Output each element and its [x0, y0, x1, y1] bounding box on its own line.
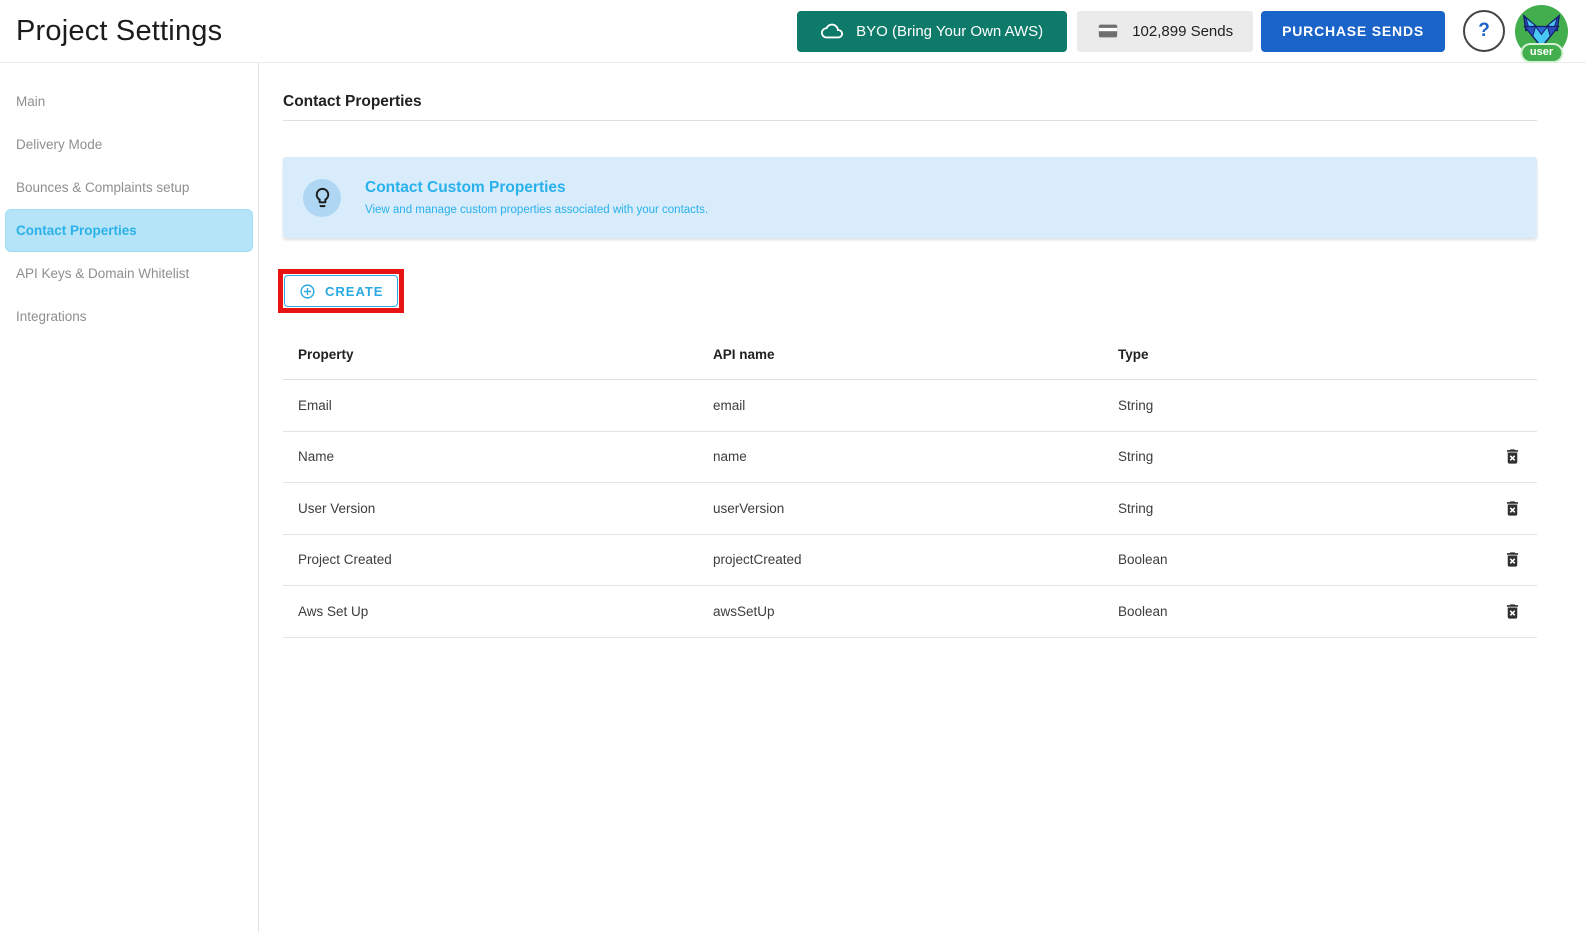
lightbulb-icon — [311, 186, 334, 209]
avatar[interactable]: user — [1514, 4, 1569, 63]
cell-property: Email — [298, 397, 332, 413]
column-header-api-name: API name — [713, 347, 775, 362]
sidebar-item[interactable]: API Keys & Domain Whitelist — [5, 252, 253, 295]
sidebar-item-label: API Keys & Domain Whitelist — [16, 266, 190, 281]
banner-title: Contact Custom Properties — [365, 179, 566, 196]
credit-card-icon — [1097, 20, 1119, 42]
question-mark-icon: ? — [1478, 20, 1490, 41]
byo-label: BYO (Bring Your Own AWS) — [856, 22, 1044, 40]
table-row: Aws Set Up awsSetUp Boolean — [283, 586, 1537, 638]
cell-property: User Version — [298, 500, 376, 516]
table-row: Email email String — [283, 380, 1537, 432]
header-actions: BYO (Bring Your Own AWS) 102,899 Sends P… — [797, 4, 1569, 63]
byo-aws-button[interactable]: BYO (Bring Your Own AWS) — [797, 10, 1068, 52]
section-heading: Contact Properties — [283, 93, 422, 110]
delete-property-button[interactable] — [1503, 550, 1523, 570]
cell-type: String — [1118, 397, 1154, 413]
create-button-annotation: CREATE — [278, 269, 405, 313]
sidebar-item-label: Delivery Mode — [16, 137, 103, 152]
create-button[interactable]: CREATE — [284, 275, 399, 307]
delete-forever-icon — [1503, 602, 1523, 621]
cell-property: Project Created — [298, 552, 392, 568]
sends-counter-label: 102,899 Sends — [1132, 22, 1234, 40]
info-banner: Contact Custom Properties View and manag… — [283, 157, 1537, 238]
create-button-label: CREATE — [325, 283, 384, 299]
cell-type: Boolean — [1118, 603, 1168, 619]
delete-property-button[interactable] — [1503, 447, 1523, 467]
cell-type: Boolean — [1118, 552, 1168, 568]
delete-forever-icon — [1503, 499, 1523, 518]
help-button[interactable]: ? — [1463, 10, 1505, 52]
delete-forever-icon — [1503, 447, 1523, 466]
sidebar-item[interactable]: Integrations — [5, 295, 253, 338]
page-title: Project Settings — [16, 14, 223, 47]
sidebar-item[interactable]: Bounces & Complaints setup — [5, 166, 253, 209]
banner-icon-circle — [303, 178, 341, 217]
table-header-row: Property API name Type — [283, 330, 1537, 380]
cloud-icon — [821, 20, 844, 42]
sidebar-item-label: Integrations — [16, 309, 87, 324]
cell-property: Aws Set Up — [298, 603, 369, 619]
cell-type: String — [1118, 500, 1154, 516]
cell-api-name: awsSetUp — [713, 603, 775, 619]
purchase-sends-button[interactable]: PURCHASE SENDS — [1261, 10, 1445, 52]
delete-forever-icon — [1503, 550, 1523, 569]
table-row: User Version userVersion String — [283, 483, 1537, 535]
sidebar-item[interactable]: Delivery Mode — [5, 123, 253, 166]
main-layout: Main Delivery Mode Bounces & Complaints … — [0, 63, 1586, 932]
heading-divider — [283, 120, 1537, 121]
column-header-type: Type — [1118, 347, 1149, 362]
cell-api-name: userVersion — [713, 500, 785, 516]
cell-api-name: email — [713, 397, 746, 413]
sidebar-item-label: Bounces & Complaints setup — [16, 180, 190, 195]
cell-property: Name — [298, 449, 335, 465]
column-header-property: Property — [298, 347, 354, 362]
table-row: Name name String — [283, 432, 1537, 483]
sidebar-item[interactable]: Main — [5, 80, 253, 123]
settings-sidebar: Main Delivery Mode Bounces & Complaints … — [0, 63, 259, 932]
user-role-badge: user — [1519, 43, 1564, 63]
banner-subtitle: View and manage custom properties associ… — [365, 204, 709, 216]
content-area: Contact Properties Contact Custom Proper… — [259, 63, 1586, 932]
sidebar-item[interactable]: Contact Properties — [5, 209, 253, 252]
delete-property-button[interactable] — [1503, 601, 1523, 621]
sends-counter-chip[interactable]: 102,899 Sends — [1077, 10, 1254, 52]
sidebar-item-label: Main — [16, 94, 46, 109]
add-circle-icon — [299, 283, 316, 300]
delete-property-button[interactable] — [1503, 498, 1523, 518]
table-body: Email email String Name name String User… — [283, 380, 1537, 638]
table-row: Project Created projectCreated Boolean — [283, 535, 1537, 586]
cell-type: String — [1118, 449, 1154, 465]
properties-table: Property API name Type Email email Strin… — [283, 330, 1537, 638]
cell-api-name: projectCreated — [713, 552, 802, 568]
sidebar-item-label: Contact Properties — [16, 223, 137, 238]
cell-api-name: name — [713, 449, 747, 465]
banner-text: Contact Custom Properties View and manag… — [365, 179, 708, 216]
header: Project Settings BYO (Bring Your Own AWS… — [0, 0, 1586, 63]
